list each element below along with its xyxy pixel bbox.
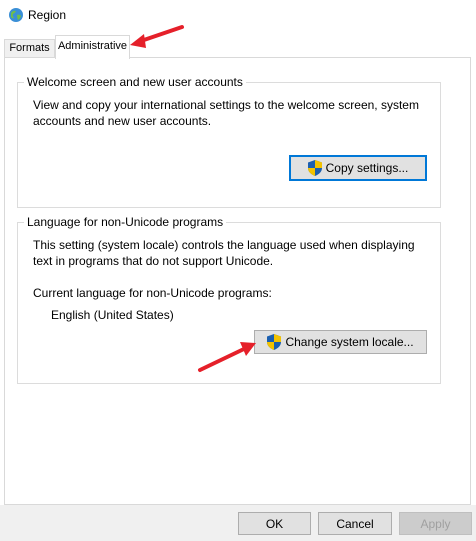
window-title: Region (28, 8, 67, 22)
apply-button[interactable]: Apply (399, 512, 472, 535)
copy-settings-label: Copy settings... (325, 161, 409, 175)
copy-settings-button[interactable]: Copy settings... (289, 155, 427, 181)
non-unicode-group-title: Language for non-Unicode programs (24, 215, 227, 229)
non-unicode-description-line1: This setting (system locale) controls th… (33, 238, 415, 252)
change-system-locale-label: Change system locale... (285, 335, 414, 349)
title-bar: Region (0, 0, 476, 32)
change-system-locale-button[interactable]: Change system locale... (254, 330, 427, 354)
tab-administrative[interactable]: Administrative (55, 35, 130, 59)
tab-strip: Formats Administrative (0, 32, 476, 59)
welcome-description-line1: View and copy your international setting… (33, 98, 419, 112)
uac-shield-icon (307, 160, 322, 176)
globe-icon (9, 8, 23, 22)
cancel-button[interactable]: Cancel (318, 512, 392, 535)
welcome-screen-group-title: Welcome screen and new user accounts (24, 75, 246, 89)
current-language-label: Current language for non-Unicode program… (33, 286, 272, 300)
uac-shield-icon (267, 334, 282, 350)
current-language-value: English (United States) (51, 308, 174, 322)
welcome-description-line2: accounts and new user accounts. (33, 114, 212, 128)
non-unicode-description-line2: text in programs that do not support Uni… (33, 254, 274, 268)
tab-formats[interactable]: Formats (4, 39, 55, 58)
ok-button[interactable]: OK (238, 512, 311, 535)
